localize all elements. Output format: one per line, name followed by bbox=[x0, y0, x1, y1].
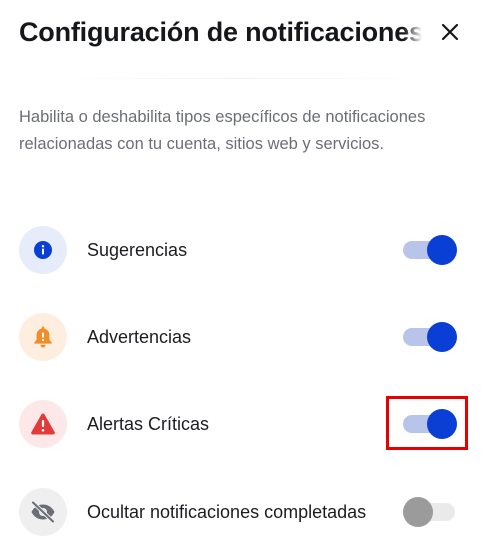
alertas-criticas-toggle[interactable] bbox=[403, 409, 457, 439]
info-icon-badge bbox=[19, 226, 67, 274]
setting-label: Alertas Críticas bbox=[87, 414, 210, 434]
header-divider bbox=[60, 78, 424, 79]
bell-icon bbox=[34, 326, 52, 348]
setting-label: Advertencias bbox=[87, 327, 192, 347]
sugerencias-toggle[interactable] bbox=[403, 235, 457, 265]
eye-slash-icon-badge bbox=[19, 488, 67, 536]
toggle-knob bbox=[427, 409, 457, 439]
info-icon bbox=[34, 241, 52, 259]
toggle-knob bbox=[427, 322, 457, 352]
setting-row-advertencias: Advertencias bbox=[19, 313, 469, 361]
setting-label: Ocultar notificaciones completadas bbox=[87, 502, 367, 522]
toggle-knob bbox=[427, 235, 457, 265]
setting-row-sugerencias: Sugerencias bbox=[19, 226, 469, 274]
advertencias-toggle[interactable] bbox=[403, 322, 457, 352]
notification-settings-panel: Configuración de notificaciones Habilita… bbox=[0, 0, 484, 555]
setting-row-ocultar-completadas: Ocultar notificaciones completadas bbox=[19, 488, 469, 536]
warning-icon bbox=[31, 413, 55, 435]
setting-row-alertas-criticas: Alertas Críticas bbox=[19, 400, 469, 448]
ocultar-completadas-toggle[interactable] bbox=[403, 497, 457, 527]
close-icon bbox=[441, 23, 459, 41]
description-text: Habilita o deshabilita tipos específicos… bbox=[19, 108, 426, 153]
page-title: Configuración de notificaciones bbox=[19, 17, 422, 47]
close-button[interactable] bbox=[436, 18, 464, 46]
title-fade bbox=[404, 12, 422, 52]
setting-label: Sugerencias bbox=[87, 240, 188, 260]
warning-icon-badge bbox=[19, 400, 67, 448]
bell-icon-badge bbox=[19, 313, 67, 361]
header: Configuración de notificaciones bbox=[19, 12, 422, 52]
toggle-knob bbox=[403, 497, 433, 527]
eye-slash-icon bbox=[31, 501, 55, 523]
